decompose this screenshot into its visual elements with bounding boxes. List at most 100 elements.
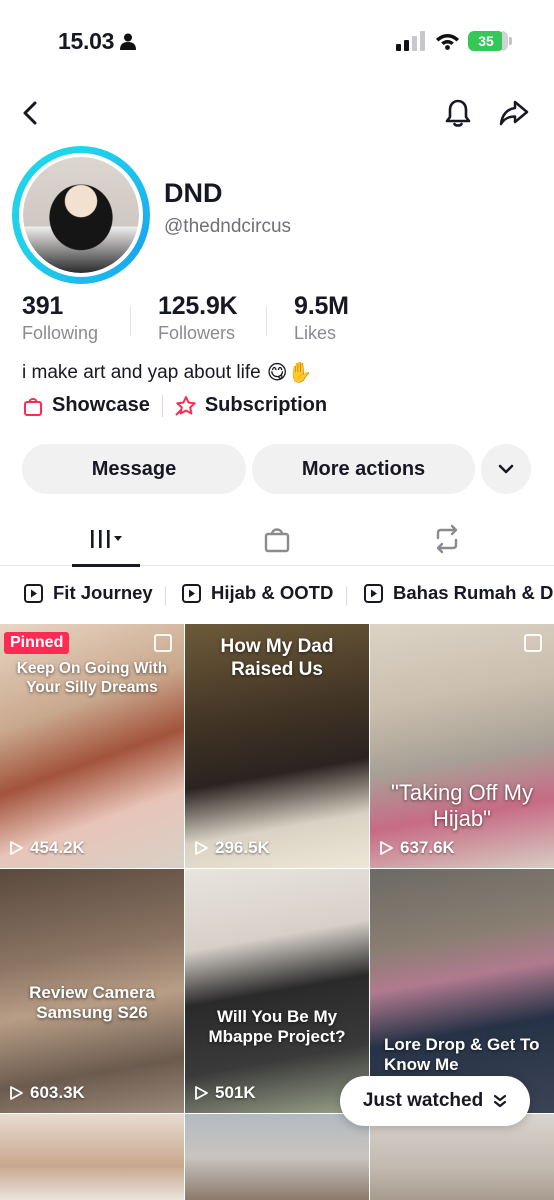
video-caption: Lore Drop & Get To Know Me [384,1035,540,1075]
video-thumbnail[interactable]: Pinned Keep On Going With Your Silly Dre… [0,624,184,868]
play-icon [195,1086,208,1100]
stat-following[interactable]: 391 Following [22,292,98,344]
stat-divider [266,306,267,336]
bio-emojis: 😋✋ [266,362,313,384]
share-button[interactable] [497,96,531,130]
view-count-text: 637.6K [400,838,455,857]
subscription-link[interactable]: Subscription [175,394,327,417]
double-chevron-down-icon [494,1094,507,1108]
star-badge-icon [175,395,196,416]
status-time: 15.03 [58,28,137,55]
more-actions-button[interactable]: More actions [252,444,475,494]
play-icon [10,841,23,855]
link-divider [161,394,163,417]
message-button[interactable]: Message [22,444,246,494]
multi-image-icon [524,634,542,652]
profile-name: DND [164,178,223,208]
stat-value: 391 [22,292,64,320]
playlist-label: Bahas Rumah & De [393,582,554,603]
chevron-left-icon [23,101,37,125]
stat-divider [130,306,131,336]
tab-reposts[interactable] [412,512,482,566]
playlist-divider [165,586,166,606]
tab-videos[interactable] [72,512,140,567]
chevron-down-icon [498,464,514,474]
shopping-bag-icon [264,528,290,553]
video-thumbnail[interactable] [0,1114,184,1200]
wifi-icon [436,34,459,50]
video-thumbnail[interactable]: Review Camera Samsung S26 603.3K [0,869,184,1113]
view-count-text: 296.5K [215,838,270,857]
stat-label: Followers [158,323,236,343]
play-icon [380,841,393,855]
multi-image-icon [154,634,172,652]
play-square-icon [364,583,383,603]
play-square-icon [182,583,201,603]
profile-links: Showcase Subscription [22,394,327,417]
repost-icon [436,524,458,554]
showcase-link[interactable]: Showcase [22,394,150,417]
view-count: 454.2K [8,838,85,858]
view-count: 501K [193,1083,256,1103]
subscription-label: Subscription [204,394,328,416]
view-count-text: 501K [215,1083,256,1102]
person-icon [120,33,137,50]
notification-button[interactable] [441,96,475,130]
video-thumbnail[interactable] [370,1114,554,1200]
battery-empty [502,31,508,51]
view-count: 603.3K [8,1083,85,1103]
expand-button[interactable] [481,444,531,494]
bio-text: i make art and yap about life [22,361,261,383]
view-count: 296.5K [193,838,270,858]
view-count-text: 454.2K [30,838,85,857]
video-caption: How My Dad Raised Us [220,636,334,680]
avatar-image [23,157,139,273]
video-caption: Will You Be My Mbappe Project? [208,1007,346,1047]
video-thumbnail[interactable]: "Taking Off My Hijab" 637.6K [370,624,554,868]
video-caption: Keep On Going With Your Silly Dreams [16,660,168,696]
video-caption: "Taking Off My Hijab" [391,780,533,832]
just-watched-label: Just watched [362,1090,484,1111]
playlist-label: Fit Journey [53,582,153,603]
battery-indicator: 35 [468,31,512,51]
playlists-row: Fit Journey Hijab & OOTD Bahas Rumah & D… [0,566,554,624]
play-square-icon [24,583,43,603]
share-icon [499,100,529,126]
video-thumbnail[interactable]: How My Dad Raised Us 296.5K [185,624,369,868]
playlist-chip[interactable]: Hijab & OOTD [182,582,333,604]
battery-cap [509,37,512,45]
back-button[interactable] [14,96,48,130]
video-thumbnail[interactable] [185,1114,369,1200]
stat-value: 125.9K [158,292,238,320]
stat-likes[interactable]: 9.5M Likes [294,292,349,344]
stat-label: Following [22,323,99,343]
video-caption: Review Camera Samsung S26 [29,983,155,1023]
showcase-label: Showcase [52,394,150,416]
tab-shop[interactable] [242,512,312,566]
video-thumbnail[interactable]: Will You Be My Mbappe Project? 501K [185,869,369,1113]
shopping-bag-icon [24,397,42,416]
signal-icon [396,31,425,51]
play-icon [195,841,208,855]
avatar-story-ring[interactable] [12,146,150,284]
playlist-chip[interactable]: Bahas Rumah & De [364,582,554,604]
stat-value: 9.5M [294,292,349,320]
stat-label: Likes [294,323,337,343]
playlist-label: Hijab & OOTD [211,582,334,603]
videos-grid-icon [91,530,122,548]
stat-followers[interactable]: 125.9K Followers [158,292,238,344]
just-watched-button[interactable]: Just watched [340,1076,530,1126]
avatar[interactable] [19,153,143,277]
view-count: 637.6K [378,838,455,858]
bell-icon [445,99,471,127]
profile-handle: @thedndcircus [164,216,292,237]
pinned-badge: Pinned [4,632,70,654]
playlist-divider [346,586,347,606]
time-text: 15.03 [58,28,115,54]
battery-level: 35 [468,31,504,51]
profile-tabs [0,512,554,567]
play-icon [10,1086,23,1100]
playlist-chip[interactable]: Fit Journey [24,582,153,604]
status-bar: 15.03 35 [0,0,554,84]
view-count-text: 603.3K [30,1083,85,1102]
